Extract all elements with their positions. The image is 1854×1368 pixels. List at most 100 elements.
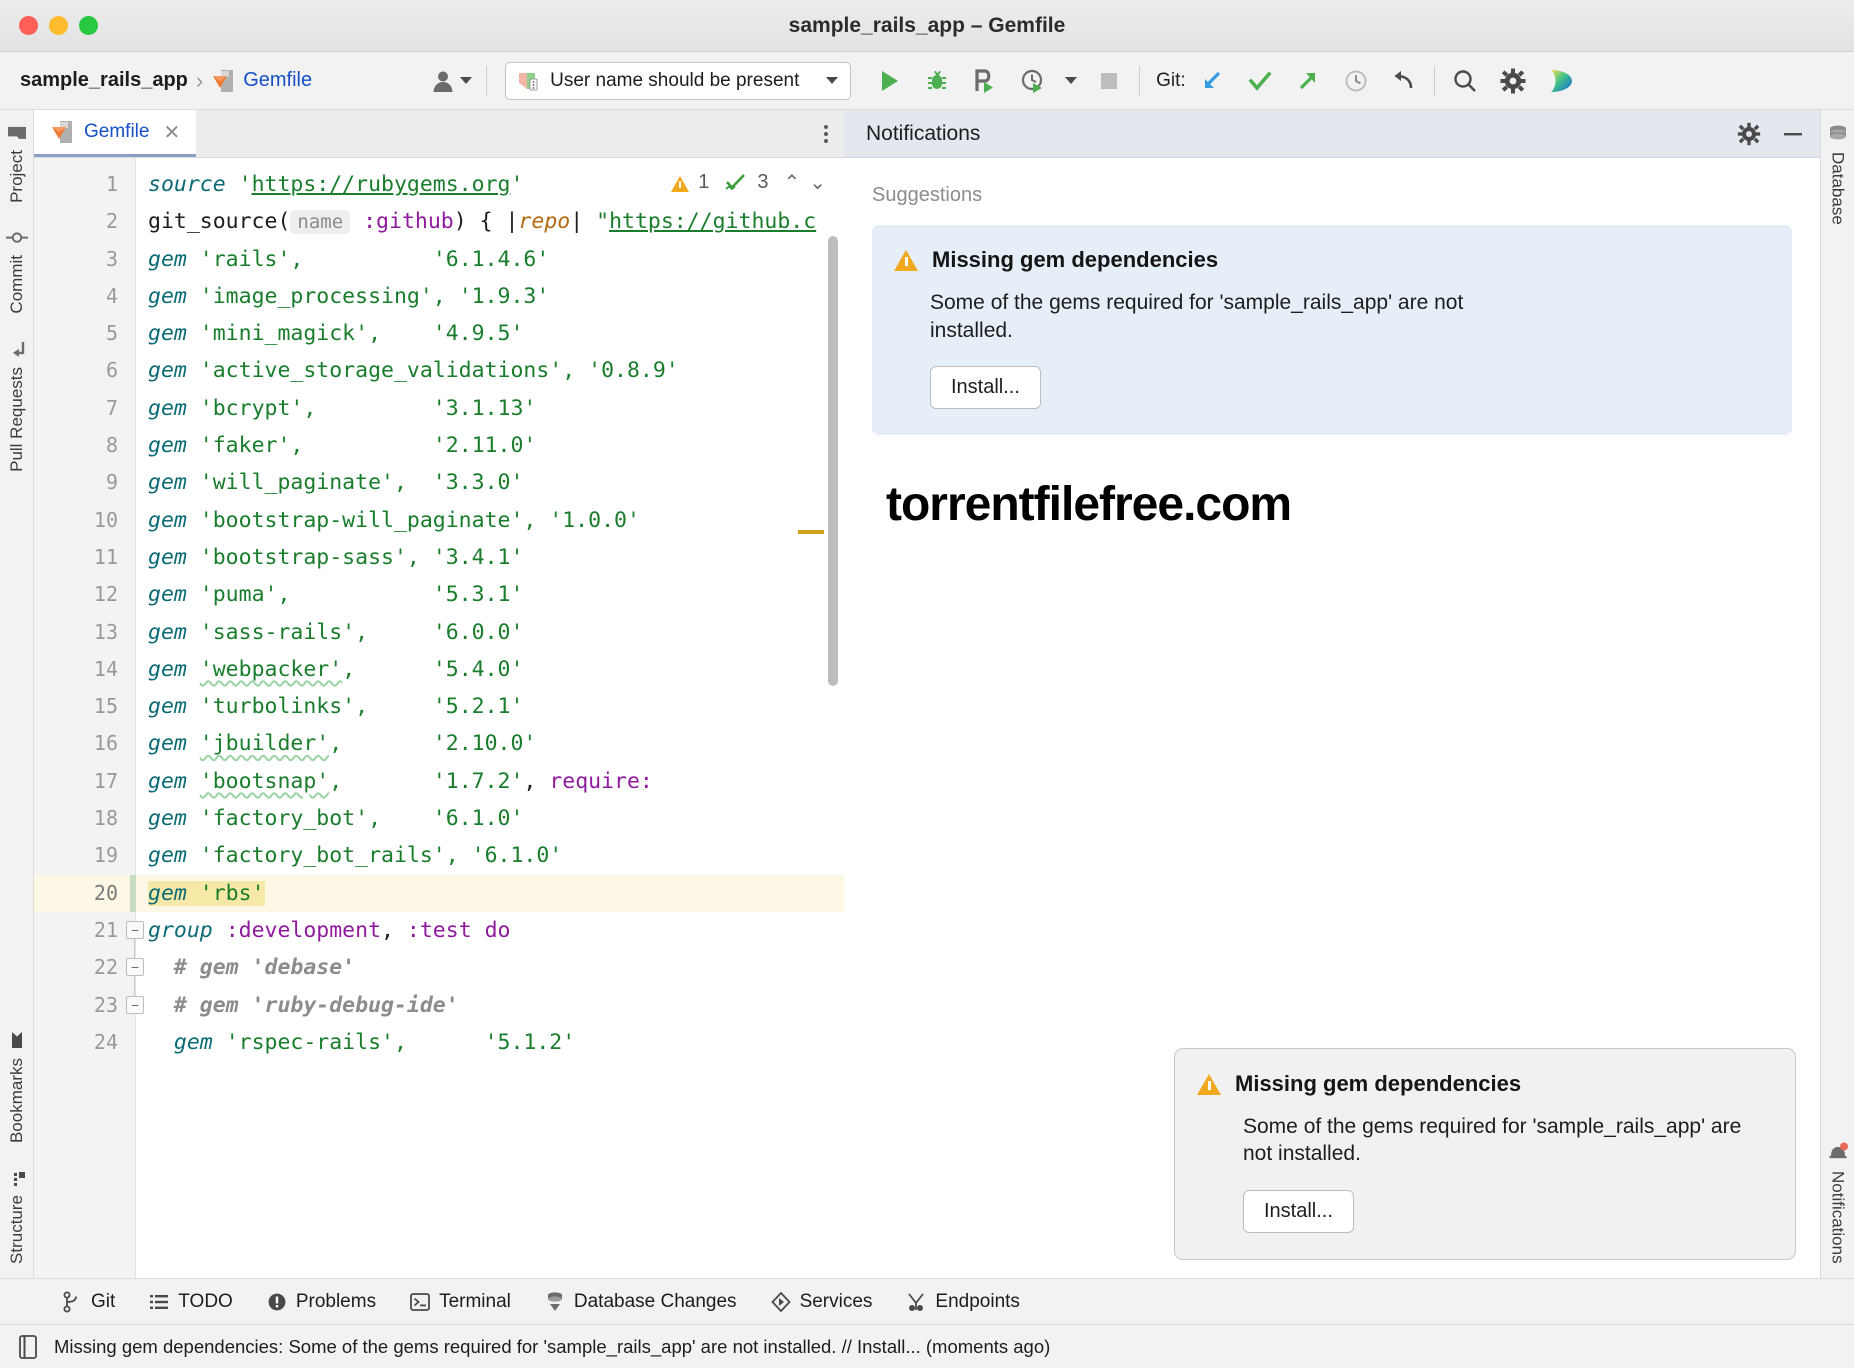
sidebar-item-notifications[interactable]: Notifications	[1827, 1141, 1849, 1264]
history-icon[interactable]	[1340, 65, 1372, 97]
toolwindow-todo[interactable]: TODO	[149, 1291, 233, 1313]
user-avatar-icon[interactable]	[430, 68, 473, 94]
toolwindow-problems[interactable]: Problems	[267, 1291, 376, 1313]
profiler-icon[interactable]	[1017, 65, 1049, 97]
line-number[interactable]: 16	[34, 725, 135, 762]
toolwindow-database-changes[interactable]: Database Changes	[545, 1291, 737, 1313]
sidebar-item-structure[interactable]: Structure	[7, 1169, 27, 1264]
line-number[interactable]: 2	[34, 203, 135, 240]
chevron-down-icon[interactable]: ⌄	[809, 170, 826, 195]
line-number[interactable]: 21	[34, 912, 135, 949]
code-line[interactable]: gem 'factory_bot_rails', '6.1.0'	[136, 837, 844, 874]
line-number[interactable]: 14	[34, 651, 135, 688]
line-number[interactable]: 1	[34, 166, 135, 203]
line-number[interactable]: 11	[34, 539, 135, 576]
sidebar-item-pull-requests[interactable]: Pull Requests	[7, 339, 27, 472]
balloon-install-button[interactable]: Install...	[1243, 1190, 1354, 1233]
run-with-coverage-icon[interactable]	[969, 65, 1001, 97]
line-number[interactable]: 10	[34, 502, 135, 539]
line-number[interactable]: 19	[34, 837, 135, 874]
sidebar-item-bookmarks[interactable]: Bookmarks	[7, 1030, 27, 1143]
code-line[interactable]: gem 'bcrypt', '3.1.13'	[136, 390, 844, 427]
line-number[interactable]: 8	[34, 427, 135, 464]
line-number[interactable]: 24	[34, 1024, 135, 1061]
toolwindow-git[interactable]: Git	[62, 1291, 115, 1313]
notification-balloon[interactable]: Missing gem dependencies Some of the gem…	[1174, 1047, 1796, 1260]
line-number[interactable]: 20	[34, 874, 135, 912]
editor-scrollbar[interactable]	[828, 236, 838, 686]
line-number[interactable]: 13	[34, 614, 135, 651]
toolwindow-endpoints[interactable]: Endpoints	[906, 1291, 1020, 1313]
run-icon[interactable]	[873, 65, 905, 97]
event-log-icon[interactable]	[16, 1334, 40, 1360]
code-line[interactable]: gem 'active_storage_validations', '0.8.9…	[136, 352, 844, 389]
tab-gemfile[interactable]: Gemfile ✕	[34, 110, 197, 157]
code-line[interactable]: gem 'sass-rails', '6.0.0'	[136, 614, 844, 651]
code-line[interactable]: # gem 'debase'	[136, 949, 844, 986]
line-number[interactable]: 23	[34, 987, 135, 1024]
chevron-down-icon[interactable]	[1065, 77, 1078, 84]
toolwindow-terminal[interactable]: Terminal	[410, 1291, 511, 1313]
code-line[interactable]: git_source(name :github) { |repo| "https…	[136, 203, 844, 240]
code-line[interactable]: gem 'factory_bot', '6.1.0'	[136, 800, 844, 837]
gear-icon[interactable]	[1497, 65, 1529, 97]
maximize-window-button[interactable]	[79, 16, 98, 35]
editor-warning-marker[interactable]	[798, 530, 824, 534]
code-line[interactable]: gem 'turbolinks', '5.2.1'	[136, 688, 844, 725]
search-everywhere-icon[interactable]	[1449, 65, 1481, 97]
code-line[interactable]: gem 'bootstrap-sass', '3.4.1'	[136, 539, 844, 576]
status-message[interactable]: Missing gem dependencies: Some of the ge…	[54, 1336, 1050, 1358]
code-line[interactable]: group :development, :test do	[136, 912, 844, 949]
sidebar-item-database[interactable]: Database	[1828, 124, 1848, 225]
debug-icon[interactable]	[921, 65, 953, 97]
code-line[interactable]: gem 'jbuilder', '2.10.0'	[136, 725, 844, 762]
line-number[interactable]: 15	[34, 688, 135, 725]
toolwindow-services[interactable]: Services	[770, 1291, 872, 1313]
breadcrumb-file[interactable]: Gemfile	[243, 69, 312, 92]
suggestion-card[interactable]: Missing gem dependencies Some of the gem…	[872, 225, 1792, 436]
ai-assistant-icon[interactable]	[1545, 65, 1577, 97]
line-number[interactable]: 5	[34, 315, 135, 352]
line-number[interactable]: 6	[34, 352, 135, 389]
line-number[interactable]: 9	[34, 464, 135, 501]
sidebar-item-commit[interactable]: Commit	[5, 229, 28, 313]
minimize-icon[interactable]	[1780, 121, 1806, 147]
code-text-area[interactable]: source 'https://rubygems.org' git_source(…	[136, 158, 844, 1278]
push-icon[interactable]	[1292, 65, 1324, 97]
close-window-button[interactable]	[19, 16, 38, 35]
line-number[interactable]: 22	[34, 949, 135, 986]
breadcrumb-project[interactable]: sample_rails_app	[20, 69, 188, 92]
code-line[interactable]: gem 'bootstrap-will_paginate', '1.0.0'	[136, 502, 844, 539]
stop-icon[interactable]	[1093, 65, 1125, 97]
commit-icon[interactable]	[1244, 65, 1276, 97]
code-line[interactable]: gem 'webpacker', '5.4.0'	[136, 651, 844, 688]
run-configuration-selector[interactable]: User name should be present	[505, 61, 852, 100]
line-number[interactable]: 4	[34, 278, 135, 315]
gear-icon[interactable]	[1736, 121, 1762, 147]
code-line[interactable]: gem 'will_paginate', '3.3.0'	[136, 464, 844, 501]
rollback-icon[interactable]	[1388, 65, 1420, 97]
code-line[interactable]: gem 'mini_magick', '4.9.5'	[136, 315, 844, 352]
code-line[interactable]: gem 'rspec-rails', '5.1.2'	[136, 1024, 844, 1061]
code-line[interactable]: gem 'rbs'	[136, 874, 844, 912]
more-options-icon[interactable]	[808, 110, 844, 157]
code-line[interactable]: gem 'puma', '5.3.1'	[136, 576, 844, 613]
minimize-window-button[interactable]	[49, 16, 68, 35]
line-number[interactable]: 3	[34, 241, 135, 278]
update-project-icon[interactable]	[1196, 65, 1228, 97]
editor-gutter[interactable]: 1 2 3 4 5 6 7 8 9 10 11 12 13 14 15 16 17 18 19 20 21 22 23 24 …	[34, 158, 144, 1278]
sidebar-item-project[interactable]: Project	[7, 124, 27, 203]
chevron-up-icon[interactable]: ⌃	[783, 170, 800, 195]
line-number[interactable]: 12	[34, 576, 135, 613]
line-number[interactable]: 7	[34, 390, 135, 427]
code-line[interactable]: gem 'bootsnap', '1.7.2', require:	[136, 763, 844, 800]
code-line[interactable]: gem 'rails', '6.1.4.6'	[136, 241, 844, 278]
install-button[interactable]: Install...	[930, 366, 1041, 410]
code-line[interactable]: gem 'image_processing', '1.9.3'	[136, 278, 844, 315]
code-line[interactable]: # gem 'ruby-debug-ide'	[136, 987, 844, 1024]
line-number[interactable]: 18	[34, 800, 135, 837]
close-icon[interactable]: ✕	[163, 120, 180, 145]
inspection-widget[interactable]: 1 3 ⌃ ⌄	[671, 170, 826, 195]
line-number[interactable]: 17	[34, 763, 135, 800]
code-editor[interactable]: 1 2 3 4 5 6 7 8 9 10 11 12 13 14 15 16 17 18 19 20 21 22 23 24 …	[34, 158, 844, 1278]
